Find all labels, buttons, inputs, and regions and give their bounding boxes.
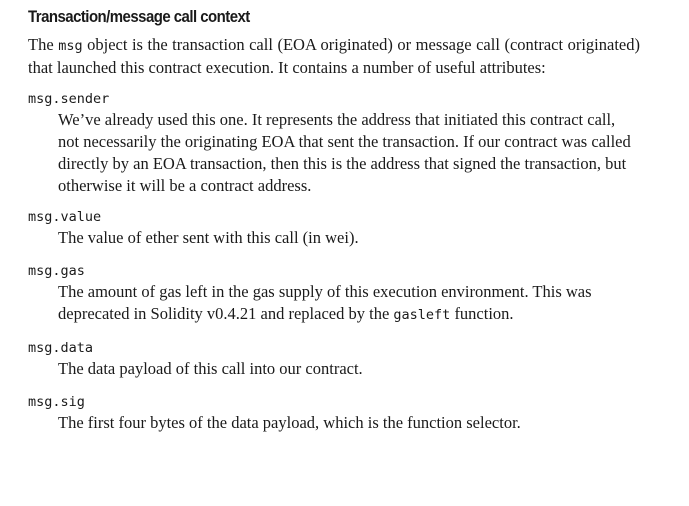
intro-inline-code: msg: [58, 38, 83, 54]
attribute-description: The data payload of this call into our c…: [58, 359, 363, 378]
attribute-description: The first four bytes of the data payload…: [58, 413, 521, 432]
description-inline-code: gasleft: [393, 307, 451, 323]
attribute-description: The value of ether sent with this call (…: [58, 228, 359, 247]
intro-paragraph: The msg object is the transaction call (…: [28, 34, 640, 79]
attribute-description: We’ve already used this one. It represen…: [58, 110, 631, 195]
attribute-list: msg.sender We’ve already used this one. …: [28, 90, 640, 434]
intro-text-start: The: [28, 35, 59, 54]
intro-text-end: object is the transaction call (EOA orig…: [28, 35, 640, 77]
attribute-entry-msg-gas: msg.gas The amount of gas left in the ga…: [28, 262, 640, 326]
section-heading: Transaction/message call context: [28, 7, 250, 26]
description-text-end: function.: [450, 304, 514, 323]
attribute-entry-msg-sig: msg.sig The first four bytes of the data…: [28, 393, 640, 434]
attribute-entry-msg-data: msg.data The data payload of this call i…: [28, 339, 640, 380]
attribute-term: msg.sender: [28, 91, 110, 107]
attribute-description: The amount of gas left in the gas supply…: [58, 281, 640, 326]
attribute-entry-msg-value: msg.value The value of ether sent with t…: [28, 208, 640, 249]
attribute-term: msg.sig: [28, 394, 85, 410]
attribute-term: msg.gas: [28, 263, 85, 279]
attribute-entry-msg-sender: msg.sender We’ve already used this one. …: [28, 90, 640, 197]
attribute-term: msg.value: [28, 209, 102, 225]
attribute-term: msg.data: [28, 340, 94, 356]
document-page: Transaction/message call context The msg…: [28, 6, 640, 434]
